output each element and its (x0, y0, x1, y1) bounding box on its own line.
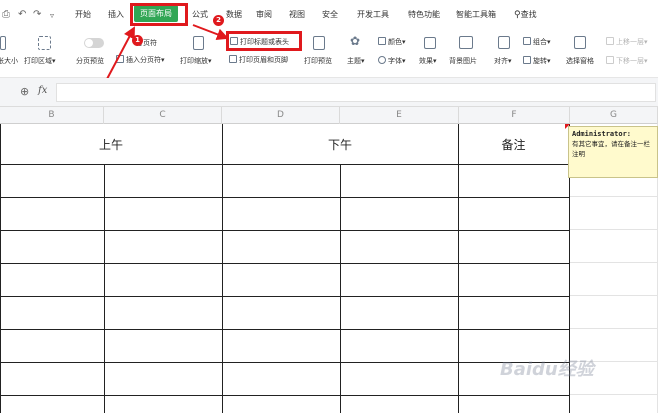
comment-text: 有其它事宜，请在备注一栏注明 (572, 140, 650, 158)
column-header-e[interactable]: E (340, 107, 459, 124)
column-header-g[interactable]: G (570, 107, 658, 124)
arrow-to-print-titles (192, 24, 229, 41)
formula-input[interactable] (56, 83, 656, 102)
fx-icon[interactable]: fx (38, 85, 47, 96)
header-notes: 备注 (501, 138, 526, 152)
column-header-d[interactable]: D (222, 107, 340, 124)
comment-author: Administrator: (572, 130, 632, 138)
formula-bar: ⊕ fx (0, 78, 658, 107)
header-morning: 上午 (98, 138, 123, 152)
column-header-c[interactable]: C (104, 107, 222, 124)
watermark: Baidu经验 (500, 359, 594, 380)
column-headers: B C D E F G (0, 107, 658, 124)
column-header-f[interactable]: F (459, 107, 570, 124)
cell-comment[interactable]: Administrator: 有其它事宜，请在备注一栏注明 (568, 126, 658, 178)
header-afternoon: 下午 (327, 138, 352, 152)
zoom-icon[interactable]: ⊕ (20, 85, 29, 98)
column-header-b[interactable]: B (0, 107, 104, 124)
